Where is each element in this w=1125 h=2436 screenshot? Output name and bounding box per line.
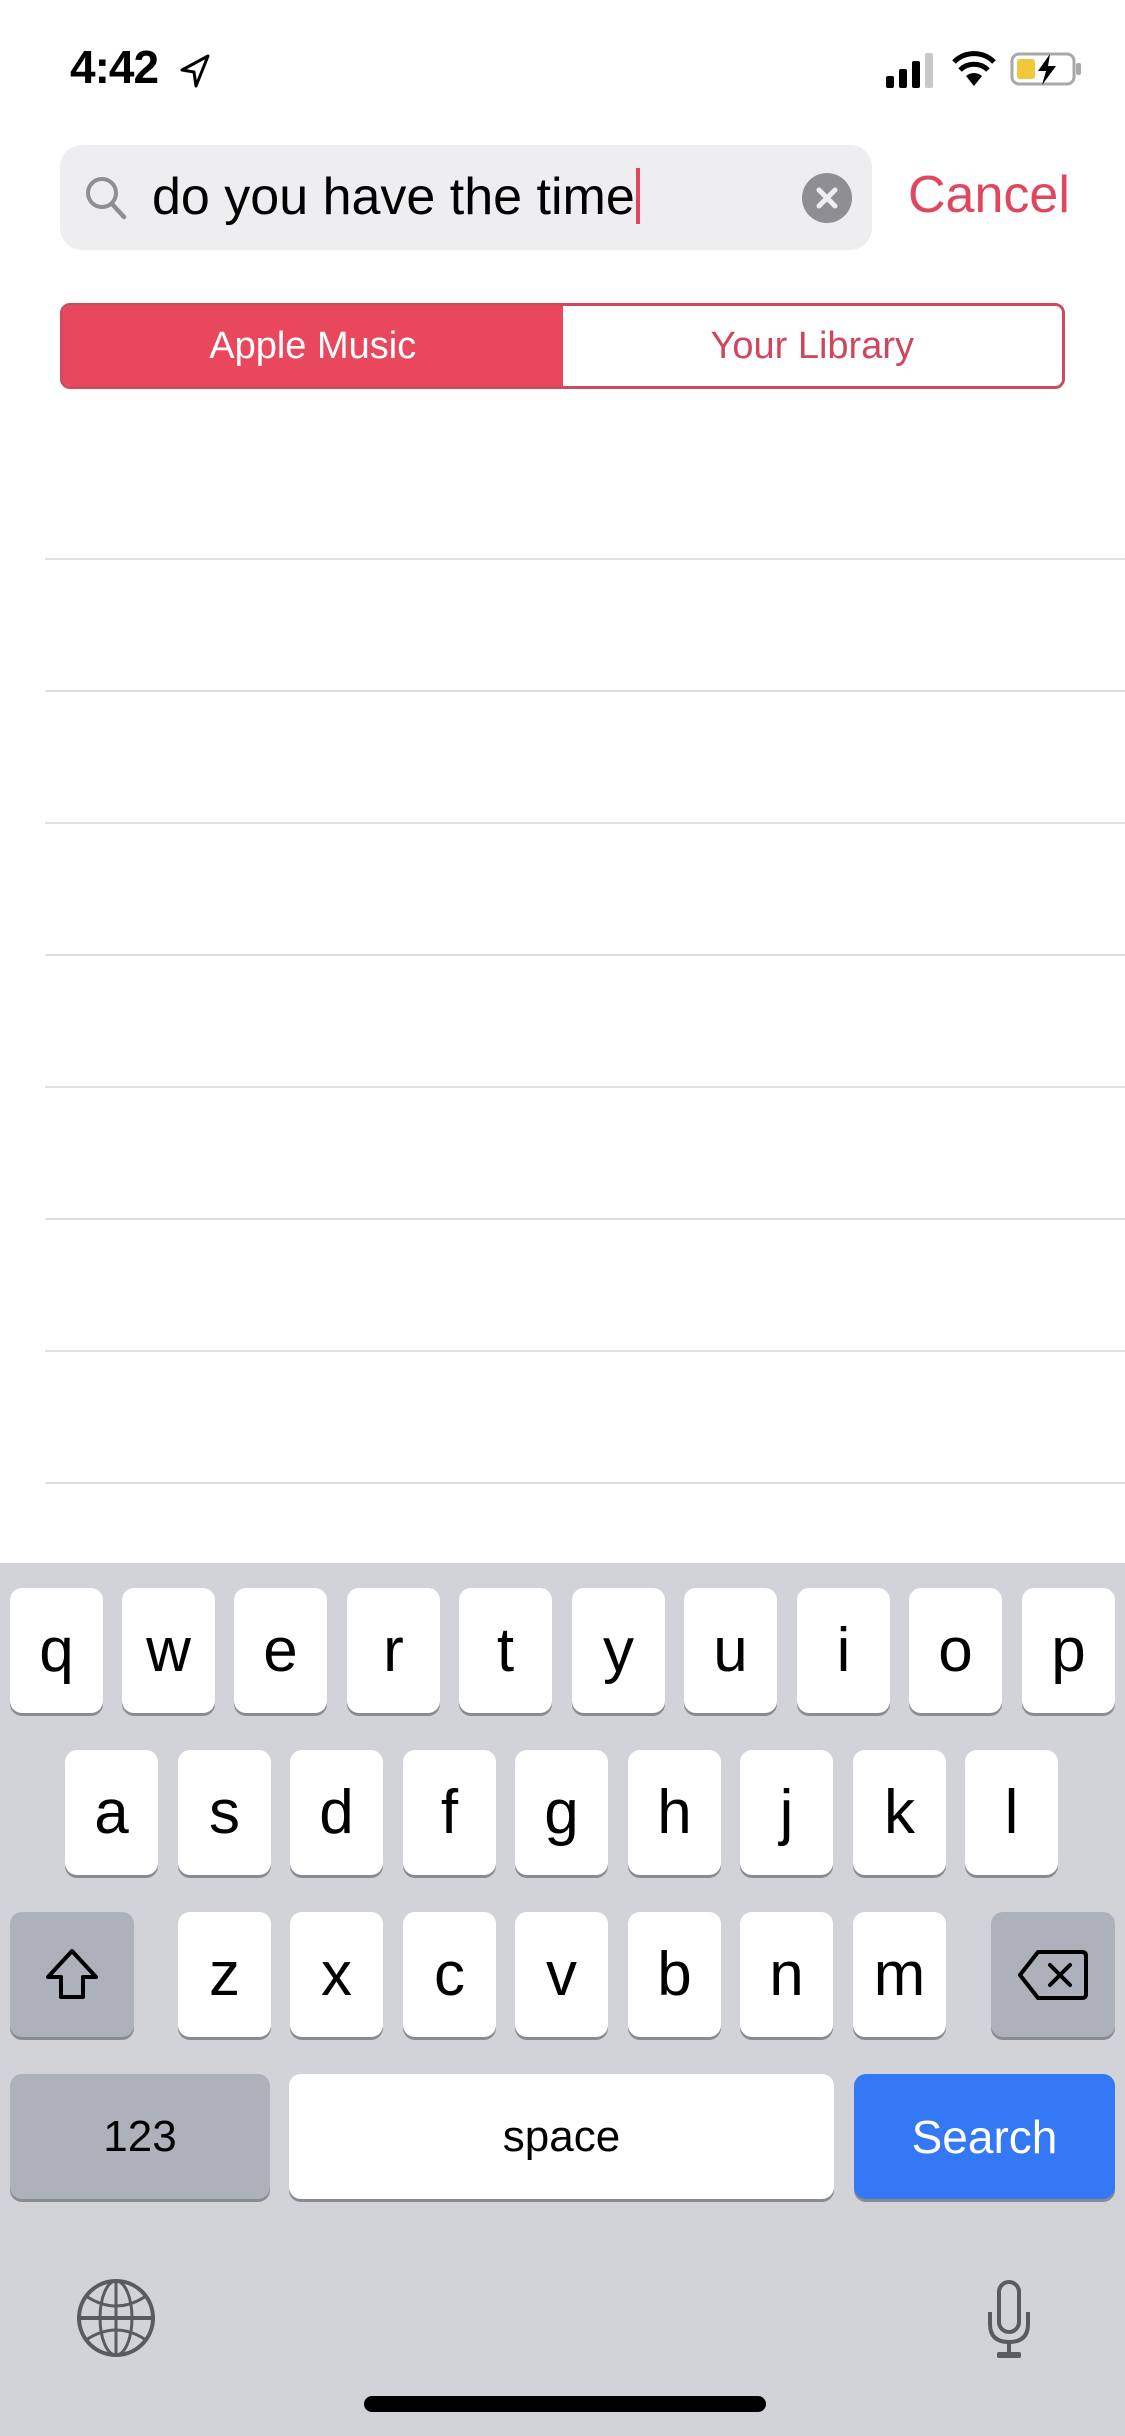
key-c[interactable]: c xyxy=(403,1912,496,2037)
key-y[interactable]: y xyxy=(572,1588,665,1713)
results-list xyxy=(45,428,1125,1484)
key-v[interactable]: v xyxy=(515,1912,608,2037)
microphone-icon[interactable] xyxy=(984,2280,1034,2360)
list-item xyxy=(45,824,1125,956)
shift-key[interactable] xyxy=(10,1912,134,2037)
segment-apple-music[interactable]: Apple Music xyxy=(63,306,563,386)
list-item xyxy=(45,956,1125,1088)
search-scope-segmented-control: Apple Music Your Library xyxy=(60,303,1065,389)
key-l[interactable]: l xyxy=(965,1750,1058,1875)
key-n[interactable]: n xyxy=(740,1912,833,2037)
cellular-signal-icon xyxy=(886,53,933,88)
backspace-icon xyxy=(1018,1949,1088,2000)
battery-charging-icon xyxy=(1010,52,1081,86)
key-z[interactable]: z xyxy=(178,1912,271,2037)
keyboard: q w e r t y u i o p a s d f g h j k l z … xyxy=(0,1563,1125,2436)
text-caret xyxy=(635,168,640,224)
key-x[interactable]: x xyxy=(290,1912,383,2037)
search-bar: do you have the time Cancel xyxy=(60,145,1070,250)
list-item xyxy=(45,1352,1125,1484)
screen: 4:42 do you have the time Cancel Apple M… xyxy=(0,0,1125,2436)
key-g[interactable]: g xyxy=(515,1750,608,1875)
key-p[interactable]: p xyxy=(1022,1588,1115,1713)
clear-icon xyxy=(816,187,838,209)
key-i[interactable]: i xyxy=(797,1588,890,1713)
search-icon xyxy=(86,177,127,220)
key-o[interactable]: o xyxy=(909,1588,1002,1713)
globe-icon[interactable] xyxy=(76,2278,156,2358)
search-input[interactable]: do you have the time xyxy=(152,167,640,227)
key-r[interactable]: r xyxy=(347,1588,440,1713)
key-h[interactable]: h xyxy=(628,1750,721,1875)
backspace-key[interactable] xyxy=(991,1912,1115,2037)
list-item xyxy=(45,1220,1125,1352)
key-t[interactable]: t xyxy=(459,1588,552,1713)
status-time: 4:42 xyxy=(70,41,159,93)
key-e[interactable]: e xyxy=(234,1588,327,1713)
status-bar: 4:42 xyxy=(0,0,1125,140)
key-w[interactable]: w xyxy=(122,1588,215,1713)
list-item xyxy=(45,1088,1125,1220)
key-f[interactable]: f xyxy=(403,1750,496,1875)
list-item xyxy=(45,692,1125,824)
key-m[interactable]: m xyxy=(853,1912,946,2037)
key-j[interactable]: j xyxy=(740,1750,833,1875)
clear-button[interactable] xyxy=(802,173,852,223)
search-key[interactable]: Search xyxy=(854,2074,1115,2199)
search-field[interactable]: do you have the time xyxy=(60,145,872,250)
key-k[interactable]: k xyxy=(853,1750,946,1875)
list-item xyxy=(45,560,1125,692)
key-q[interactable]: q xyxy=(10,1588,103,1713)
key-d[interactable]: d xyxy=(290,1750,383,1875)
key-a[interactable]: a xyxy=(65,1750,158,1875)
cancel-button[interactable]: Cancel xyxy=(908,165,1070,225)
key-b[interactable]: b xyxy=(628,1912,721,2037)
search-query: do you have the time xyxy=(152,168,635,226)
list-item xyxy=(45,428,1125,560)
key-s[interactable]: s xyxy=(178,1750,271,1875)
wifi-icon xyxy=(952,51,996,86)
segment-your-library[interactable]: Your Library xyxy=(562,306,1062,386)
home-indicator[interactable] xyxy=(364,2396,766,2412)
key-u[interactable]: u xyxy=(684,1588,777,1713)
shift-icon xyxy=(46,1948,98,1999)
numbers-key[interactable]: 123 xyxy=(10,2074,270,2199)
space-key[interactable]: space xyxy=(289,2074,834,2199)
location-arrow-icon xyxy=(180,54,210,88)
